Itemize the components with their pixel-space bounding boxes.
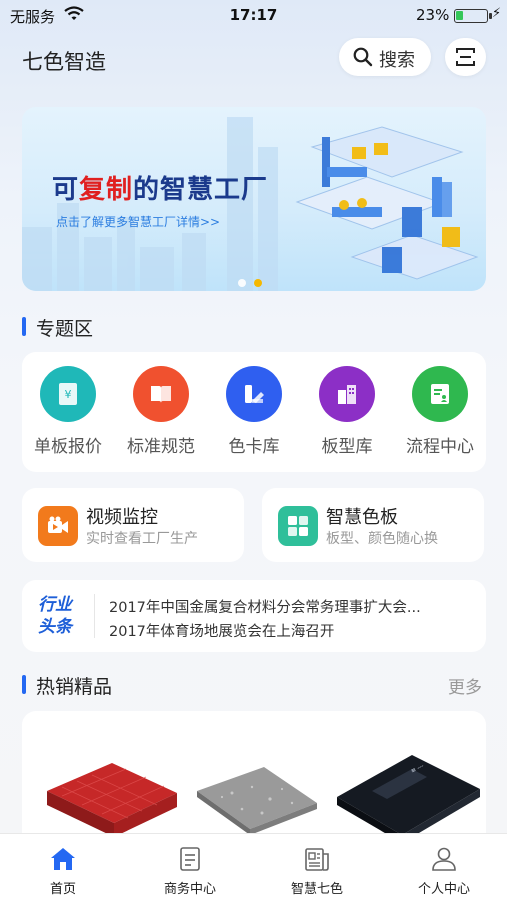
grid-icon [278,506,318,546]
carousel-dot[interactable] [238,279,246,287]
clipboard-icon [412,366,468,422]
tab-business-center[interactable]: 商务中心 [127,834,253,900]
video-camera-icon [38,506,78,546]
topic-label: 板型库 [321,437,373,457]
hot-products-card: ≡ --- [22,711,486,851]
scan-icon [456,48,475,66]
topic-standards[interactable]: 标准规范 [115,366,207,457]
section-title-hot: 热销精品 [22,672,112,699]
tab-label: 商务中心 [163,882,216,897]
industry-news-logo: 行业 头条 [38,595,72,637]
topic-process-center[interactable]: 流程中心 [394,366,486,457]
feature-subtitle: 板型、颜色随心换 [326,531,438,547]
building-icon [319,366,375,422]
industry-news-card: 行业 头条 2017年中国金属复合材料分会常务理事扩大会... 2017年体育场… [22,580,486,652]
tab-personal-center[interactable]: 个人中心 [381,834,507,900]
section-title-topics: 专题区 [22,314,93,341]
tab-smart-qise[interactable]: 智慧七色 [254,834,380,900]
person-icon [432,847,456,871]
news-item[interactable]: 2017年体育场地展览会在上海召开 [109,620,334,641]
bottom-tab-bar: 首页 商务中心 智慧七色 个人中心 [0,833,507,900]
topic-color-cards[interactable]: 色卡库 [208,366,300,457]
newspaper-icon [305,848,329,871]
topics-card: ¥ 单板报价 标准规范 色卡库 板型库 流程中心 [22,352,486,472]
document-icon [180,847,200,871]
topic-label: 流程中心 [406,437,474,457]
home-icon [51,848,75,870]
svg-text:¥: ¥ [65,388,72,401]
carousel-indicator [238,272,270,291]
section-bar [22,675,26,694]
topic-label: 色卡库 [228,437,280,457]
search-icon [353,47,373,67]
news-item[interactable]: 2017年中国金属复合材料分会常务理事扩大会... [109,596,421,617]
topic-label: 标准规范 [127,437,195,457]
carousel-dot[interactable] [254,279,262,287]
feature-title: 智慧色板 [326,507,398,528]
promo-banner[interactable]: 可复制的智慧工厂 点击了解更多智慧工厂详情>> [22,107,486,291]
more-link[interactable]: 更多 [448,673,482,698]
charging-icon: ⚡ [492,6,502,21]
scan-button[interactable] [445,38,486,76]
feature-subtitle: 实时查看工厂生产 [86,531,198,547]
topic-board-types[interactable]: 板型库 [301,366,393,457]
battery-icon [454,9,492,23]
tab-label: 首页 [49,882,76,897]
header: 七色智造 搜索 [0,36,507,80]
yuan-doc-icon: ¥ [40,366,96,422]
feature-title: 视频监控 [86,507,158,528]
video-monitor-card[interactable]: 视频监控 实时查看工厂生产 [22,488,244,562]
battery-percent: 23% [416,6,450,24]
topic-quote[interactable]: ¥ 单板报价 [22,366,114,457]
tab-label: 个人中心 [417,882,470,897]
smart-color-card[interactable]: 智慧色板 板型、颜色随心换 [262,488,484,562]
status-bar: 无服务 17:17 23% ⚡ [0,0,507,30]
search-label: 搜索 [379,50,415,71]
section-bar [22,317,26,336]
banner-headline: 可复制的智慧工厂 [52,175,269,205]
search-button[interactable]: 搜索 [339,38,431,76]
tab-label: 智慧七色 [290,882,343,897]
book-icon [133,366,189,422]
app-title: 七色智造 [22,50,106,74]
tab-home[interactable]: 首页 [0,834,126,900]
palette-icon [226,366,282,422]
banner-subline[interactable]: 点击了解更多智慧工厂详情>> [56,213,220,230]
divider [94,594,95,638]
topic-label: 单板报价 [34,437,102,457]
